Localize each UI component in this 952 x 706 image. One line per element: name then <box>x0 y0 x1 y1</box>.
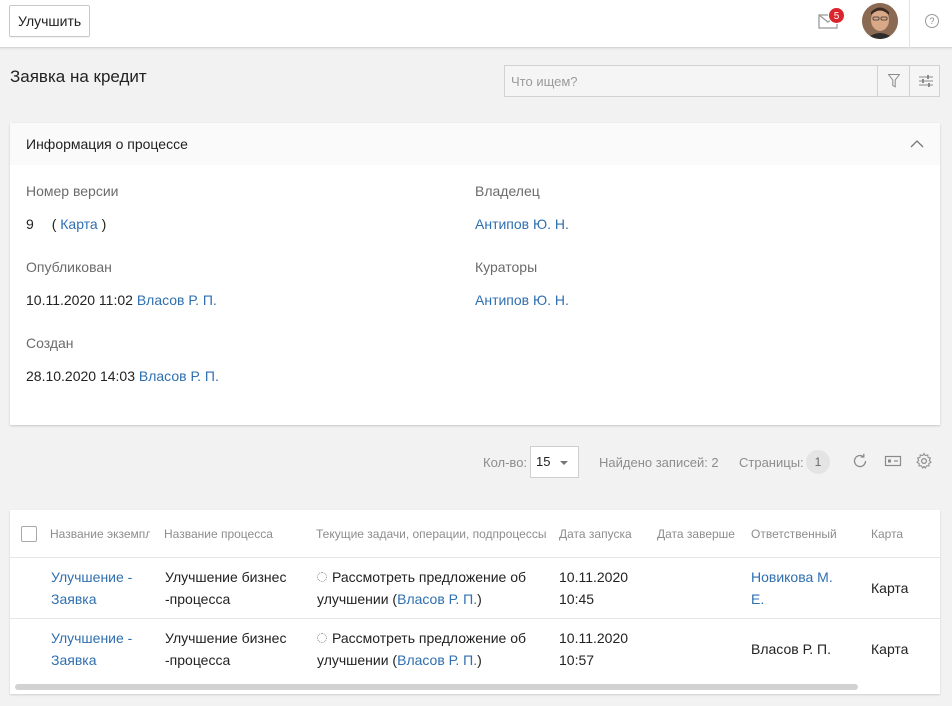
process-info-title: Информация о процессе <box>26 136 188 152</box>
top-bar: Улучшить 5 ? <box>0 0 952 48</box>
horizontal-scrollbar[interactable] <box>15 684 858 690</box>
topbar-divider <box>909 0 910 48</box>
published-by-link[interactable]: Власов Р. П. <box>137 292 217 308</box>
instance-name-link[interactable]: Улучшение - Заявка <box>51 569 132 607</box>
instance-name-cell: Улучшение - Заявка <box>51 566 132 610</box>
version-label: Номер версии <box>26 183 119 199</box>
published-label: Опубликован <box>26 259 112 275</box>
table-row[interactable]: Улучшение - Заявка Улучшение бизнес -проце… <box>10 558 940 619</box>
task-assignee-link[interactable]: Власов Р. П. <box>397 652 477 668</box>
table-row[interactable]: Улучшение - Заявка Улучшение бизнес -проце… <box>10 619 940 680</box>
filter-icon <box>887 74 900 88</box>
task-pending-icon <box>317 633 327 643</box>
process-info-header[interactable]: Информация о процессе <box>10 123 940 165</box>
count-label: Кол-во: <box>483 455 528 470</box>
gear-icon[interactable] <box>915 452 933 470</box>
instance-name-link[interactable]: Улучшение - Заявка <box>51 630 132 668</box>
owner-link[interactable]: Антипов Ю. Н. <box>475 216 569 232</box>
version-map-link[interactable]: Карта <box>60 216 97 232</box>
chevron-down-icon <box>560 461 568 465</box>
curators-label: Кураторы <box>475 259 538 275</box>
responsible-link[interactable]: Власов Р. П. <box>751 638 831 660</box>
published-value: 10.11.2020 11:02 Власов Р. П. <box>26 292 217 308</box>
start-date-cell: 10.11.2020 10:45 <box>559 569 629 607</box>
responsible-cell: Новикова М. Е. <box>751 566 833 610</box>
column-start-date[interactable]: Дата запуска <box>559 527 647 541</box>
select-all-checkbox[interactable] <box>21 526 37 542</box>
export-icon[interactable] <box>884 452 902 470</box>
map-link[interactable]: Карта <box>871 638 908 660</box>
avatar[interactable] <box>862 3 898 39</box>
search-box <box>504 65 940 97</box>
created-value: 28.10.2020 14:03 Власов Р. П. <box>26 368 219 384</box>
chevron-up-icon[interactable] <box>908 135 926 153</box>
curators-link[interactable]: Антипов Ю. Н. <box>475 292 569 308</box>
version-value: 9 ( Карта ) <box>26 216 106 232</box>
help-icon[interactable]: ? <box>925 14 939 28</box>
pages-label: Страницы: <box>739 455 804 470</box>
refresh-icon[interactable] <box>851 452 869 470</box>
version-number: 9 <box>26 216 34 232</box>
page-number-button[interactable]: 1 <box>806 450 830 474</box>
count-value: 15 <box>536 454 551 469</box>
found-records: Найдено записей: 2 <box>599 455 719 470</box>
created-date: 28.10.2020 14:03 <box>26 368 135 384</box>
settings-sliders-icon <box>918 75 933 87</box>
instance-name-cell: Улучшение - Заявка <box>51 627 132 671</box>
task-pending-icon <box>317 572 327 582</box>
start-date-cell: 10.11.2020 10:57 <box>559 630 629 668</box>
advanced-search-button[interactable] <box>909 66 941 96</box>
published-date: 10.11.2020 11:02 <box>26 292 133 308</box>
column-map[interactable]: Карта <box>871 527 921 541</box>
search-input[interactable] <box>505 66 877 96</box>
improve-button[interactable]: Улучшить <box>9 5 91 37</box>
created-label: Создан <box>26 335 74 351</box>
current-task-cell: Рассмотреть предложение об улучшении (Вла… <box>317 569 527 607</box>
version-paren-open: ( <box>51 216 57 232</box>
column-current-tasks[interactable]: Текущие задачи, операции, подпроцессы <box>316 527 546 541</box>
instances-table: Название экземпляра Название процесса Те… <box>10 510 940 694</box>
page-title: Заявка на кредит <box>10 67 147 86</box>
process-name-cell: Улучшение бизнес -процесса <box>165 630 287 668</box>
column-end-date[interactable]: Дата завершения <box>657 527 735 541</box>
mail-count-badge: 5 <box>828 7 845 24</box>
responsible-link[interactable]: Новикова М. Е. <box>751 569 833 607</box>
count-select[interactable]: 15 <box>530 446 579 478</box>
column-instance-name[interactable]: Название экземпляра <box>50 527 150 541</box>
created-by-link[interactable]: Власов Р. П. <box>139 368 219 384</box>
column-responsible[interactable]: Ответственный <box>751 527 851 541</box>
version-paren-close: ) <box>101 216 107 232</box>
process-info-card: Информация о процессе Номер версии 9 ( К… <box>10 123 940 425</box>
map-link[interactable]: Карта <box>871 577 908 599</box>
process-name-cell: Улучшение бизнес -процесса <box>165 569 287 607</box>
filter-button[interactable] <box>877 66 909 96</box>
owner-label: Владелец <box>475 183 540 199</box>
column-process-name[interactable]: Название процесса <box>164 527 304 541</box>
task-assignee-link[interactable]: Власов Р. П. <box>397 591 477 607</box>
current-task-cell: Рассмотреть предложение об улучшении (Вла… <box>317 630 527 668</box>
